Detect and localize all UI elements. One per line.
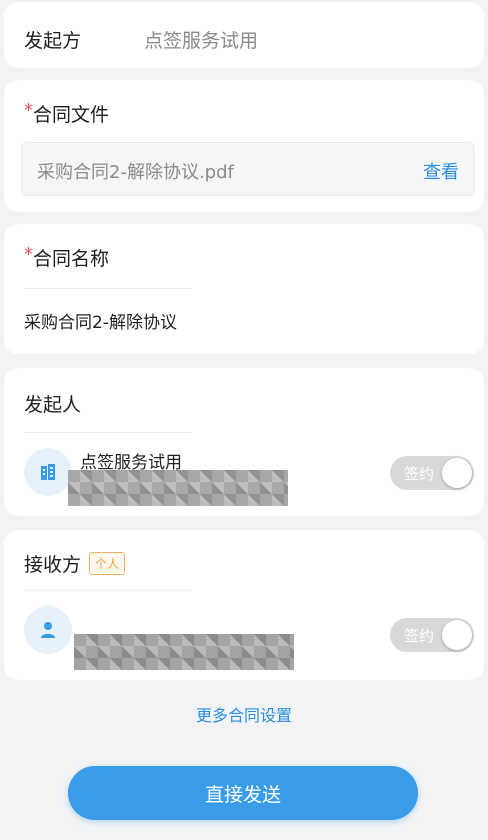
contract-file-box: 采购合同2-解除协议.pdf 查看 — [22, 142, 474, 196]
divider — [24, 590, 192, 591]
divider — [24, 288, 192, 289]
initiator-label: 发起方 — [24, 30, 82, 52]
sender-card: 发起人 点签服务试用 签约 — [4, 368, 484, 516]
contract-file-name: 采购合同2-解除协议.pdf — [37, 162, 234, 183]
person-icon — [41, 622, 55, 638]
contract-name-card: *合同名称 采购合同2-解除协议 — [4, 224, 484, 354]
contract-name-title: *合同名称 — [24, 244, 109, 271]
initiator-value: 点签服务试用 — [144, 30, 259, 52]
contract-file-card: *合同文件 采购合同2-解除协议.pdf 查看 — [4, 80, 484, 212]
receiver-type-tag: 个人 — [89, 552, 126, 575]
divider — [24, 432, 192, 433]
sender-avatar — [24, 448, 72, 496]
contract-name-label: 合同名称 — [33, 248, 110, 270]
send-directly-button[interactable]: 直接发送 — [68, 766, 418, 820]
initiator-card: 发起方 点签服务试用 — [4, 2, 484, 68]
toggle-knob — [442, 458, 472, 488]
receiver-title-row: 接收方 个人 — [24, 550, 126, 577]
sender-label: 发起人 — [24, 394, 82, 416]
more-contract-settings-link[interactable]: 更多合同设置 — [0, 702, 488, 726]
toggle-knob — [442, 620, 472, 650]
building-icon — [41, 464, 55, 480]
sign-toggle-label: 签约 — [404, 465, 435, 483]
receiver-card: 接收方 个人 签约 — [4, 530, 484, 680]
contract-name-input[interactable]: 采购合同2-解除协议 — [24, 308, 177, 333]
receiver-avatar — [24, 606, 72, 654]
receiver-label: 接收方 — [24, 554, 82, 576]
contract-file-title: *合同文件 — [24, 100, 109, 127]
view-file-link[interactable]: 查看 — [423, 158, 459, 184]
redacted-info — [74, 634, 294, 670]
contract-file-label: 合同文件 — [33, 104, 110, 126]
required-mark: * — [24, 244, 33, 265]
sender-sign-toggle[interactable]: 签约 — [390, 456, 474, 490]
receiver-sign-toggle[interactable]: 签约 — [390, 618, 474, 652]
sign-toggle-label: 签约 — [404, 627, 435, 645]
redacted-info — [68, 470, 288, 506]
required-mark: * — [24, 100, 33, 121]
